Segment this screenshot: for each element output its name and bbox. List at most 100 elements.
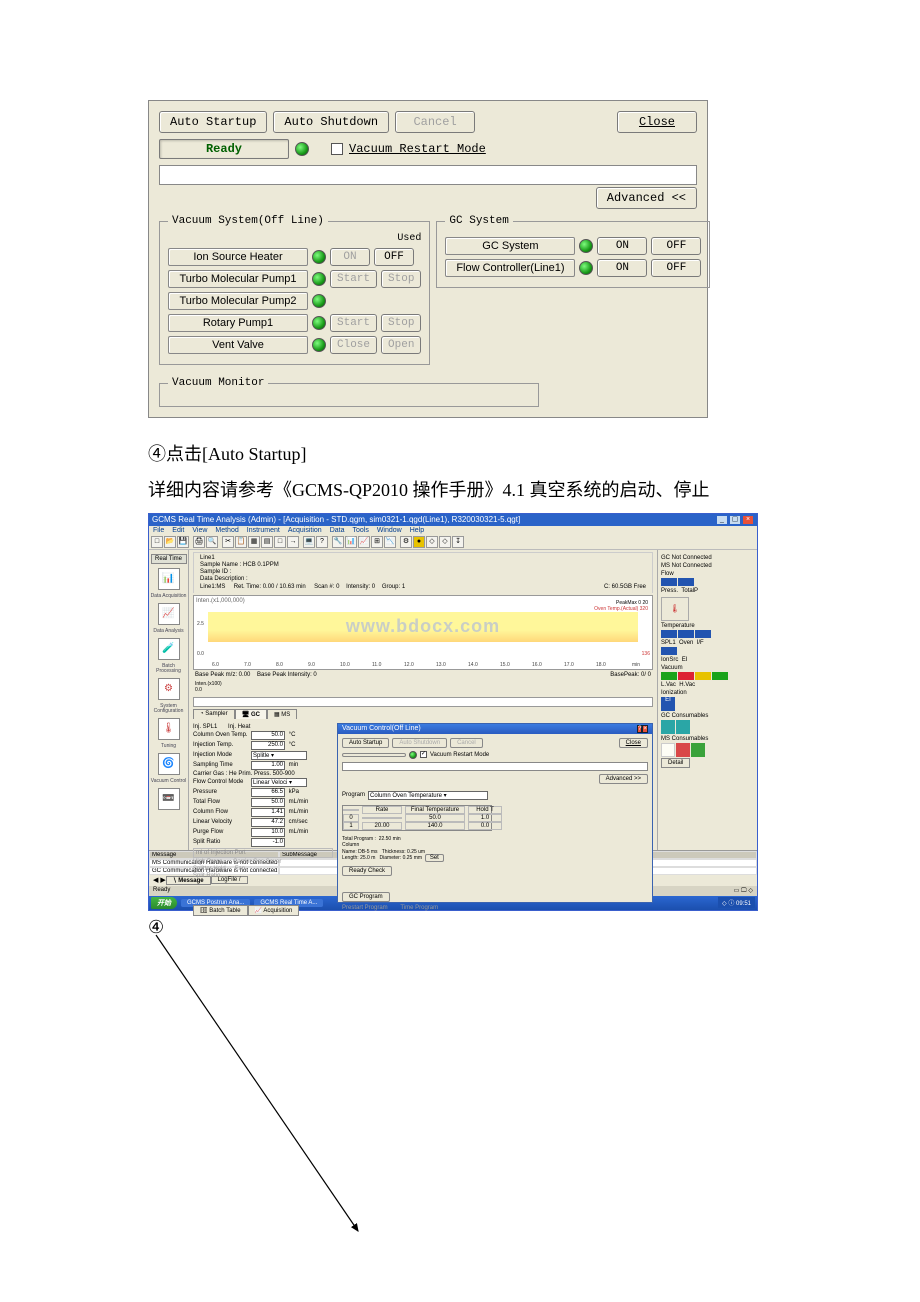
param-input[interactable]: 50.0: [251, 731, 285, 740]
toolbar-icon[interactable]: 📊: [345, 536, 357, 548]
nav-icon[interactable]: 📊: [158, 568, 180, 590]
auto-startup-button[interactable]: Auto Startup: [342, 738, 389, 748]
menu-item[interactable]: Help: [410, 527, 424, 534]
toolbar-icon[interactable]: ◇: [426, 536, 438, 548]
cell[interactable]: [362, 817, 402, 819]
program-select[interactable]: Column Oven Temperature ▾: [368, 791, 488, 800]
toolbar-icon[interactable]: 📉: [384, 536, 396, 548]
close-button[interactable]: Close: [619, 738, 648, 748]
auto-shutdown-button[interactable]: Auto Shutdown: [273, 111, 389, 133]
toolbar-icon[interactable]: 🖨: [193, 536, 205, 548]
close-window-button[interactable]: ×: [742, 515, 754, 525]
flow-on-button[interactable]: ON: [597, 259, 647, 277]
turbo1-start-button[interactable]: Start: [330, 270, 377, 288]
vacuum-restart-checkbox[interactable]: [420, 751, 427, 758]
toolbar-icon[interactable]: 📂: [164, 536, 176, 548]
tab-batch-table[interactable]: 🗄 Batch Table: [193, 905, 248, 916]
cancel-button[interactable]: Cancel: [450, 738, 483, 748]
param-select[interactable]: Splitle ▾: [251, 751, 307, 760]
auto-startup-button[interactable]: Auto Startup: [159, 111, 267, 133]
menu-item[interactable]: Acquisition: [288, 527, 322, 534]
toolbar-icon[interactable]: ?: [316, 536, 328, 548]
vent-open-button[interactable]: Open: [381, 336, 421, 354]
param-input[interactable]: 10.0: [251, 828, 285, 837]
param-input[interactable]: 50.0: [251, 798, 285, 807]
menu-item[interactable]: Tools: [352, 527, 368, 534]
param-input[interactable]: -1.0: [251, 838, 285, 847]
gc-on-button[interactable]: ON: [597, 237, 647, 255]
menu-item[interactable]: Window: [377, 527, 402, 534]
vacuum-restart-checkbox[interactable]: [331, 143, 343, 155]
advanced-button[interactable]: Advanced >>: [599, 774, 648, 784]
param-input[interactable]: 66.5: [251, 788, 285, 797]
param-input[interactable]: 1.00: [251, 761, 285, 770]
param-input[interactable]: 47.2: [251, 818, 285, 827]
tab-sampler[interactable]: ◔ Sampler: [193, 709, 235, 719]
turbo-pump1-label: Turbo Molecular Pump1: [168, 270, 308, 288]
nav-icon[interactable]: 📈: [158, 603, 180, 625]
cancel-button[interactable]: Cancel: [395, 111, 475, 133]
toolbar-icon[interactable]: 🔧: [332, 536, 344, 548]
close-button[interactable]: Close: [617, 111, 697, 133]
toolbar-icon[interactable]: □: [274, 536, 286, 548]
nav-icon[interactable]: 🌀: [158, 753, 180, 775]
toolbar-icon[interactable]: 📋: [235, 536, 247, 548]
gc-program-button[interactable]: GC Program: [342, 892, 390, 902]
dialog-close-button[interactable]: ×: [642, 725, 648, 733]
maximize-button[interactable]: ▢: [729, 515, 741, 525]
param-input[interactable]: 250.0: [251, 741, 285, 750]
cell[interactable]: 20.00: [362, 822, 402, 830]
menu-item[interactable]: Edit: [172, 527, 184, 534]
gc-off-button[interactable]: OFF: [651, 237, 701, 255]
nav-label: Data Analysis: [150, 629, 188, 634]
vent-close-button[interactable]: Close: [330, 336, 377, 354]
toolbar-icon[interactable]: 💻: [303, 536, 315, 548]
menu-item[interactable]: Instrument: [247, 527, 280, 534]
system-tray[interactable]: ◇ ⓘ 09:51: [718, 897, 755, 908]
param-select[interactable]: Linear Veloci ▾: [251, 778, 307, 787]
realtime-button[interactable]: Real Time: [151, 554, 187, 564]
toolbar-icon[interactable]: ✂: [222, 536, 234, 548]
menu-item[interactable]: File: [153, 527, 164, 534]
turbo1-stop-button[interactable]: Stop: [381, 270, 421, 288]
menu-item[interactable]: View: [192, 527, 207, 534]
cell[interactable]: 50.0: [405, 814, 465, 822]
tab-gc[interactable]: 🖥 GC: [235, 709, 267, 719]
advanced-button[interactable]: Advanced <<: [596, 187, 697, 209]
set-button[interactable]: Set: [425, 854, 444, 862]
param-input[interactable]: 1.41: [251, 808, 285, 817]
menu-item[interactable]: Data: [330, 527, 345, 534]
ready-check-button[interactable]: Ready Check: [342, 866, 392, 876]
toolbar-icon[interactable]: 💾: [177, 536, 189, 548]
rotary-start-button[interactable]: Start: [330, 314, 377, 332]
tab-ms[interactable]: ▦ MS: [267, 709, 297, 719]
ion-source-on-button[interactable]: ON: [330, 248, 370, 266]
toolbar-icon[interactable]: 📈: [358, 536, 370, 548]
toolbar-icon[interactable]: □: [151, 536, 163, 548]
toolbar-icon[interactable]: ▦: [248, 536, 260, 548]
cell[interactable]: 1.0: [468, 814, 502, 822]
toolbar-icon[interactable]: ⊞: [371, 536, 383, 548]
nav-icon[interactable]: 🧪: [158, 638, 180, 660]
tab-acquisition[interactable]: 📈 Acquisition: [248, 905, 300, 916]
toolbar-icon[interactable]: ⚙: [400, 536, 412, 548]
toolbar-icon[interactable]: ●: [413, 536, 425, 548]
rotary-stop-button[interactable]: Stop: [381, 314, 421, 332]
toolbar-icon[interactable]: 🔍: [206, 536, 218, 548]
ion-source-off-button[interactable]: OFF: [374, 248, 414, 266]
toolbar-icon[interactable]: →: [287, 536, 299, 548]
toolbar-icon[interactable]: ▤: [261, 536, 273, 548]
toolbar-icon[interactable]: ◇: [439, 536, 451, 548]
nav-icon[interactable]: ⚙: [158, 678, 180, 700]
detail-button[interactable]: Detail: [661, 758, 690, 768]
minimize-button[interactable]: _: [716, 515, 728, 525]
flow-off-button[interactable]: OFF: [651, 259, 701, 277]
menu-item[interactable]: Method: [215, 527, 238, 534]
start-button[interactable]: 开始: [151, 897, 177, 909]
cell[interactable]: 140.0: [405, 822, 465, 830]
nav-icon[interactable]: 🌡: [158, 718, 180, 740]
cell[interactable]: 0.0: [468, 822, 502, 830]
auto-shutdown-button[interactable]: Auto Shutdown: [392, 738, 447, 748]
nav-icon[interactable]: 📼: [158, 788, 180, 810]
toolbar-icon[interactable]: ↧: [452, 536, 464, 548]
